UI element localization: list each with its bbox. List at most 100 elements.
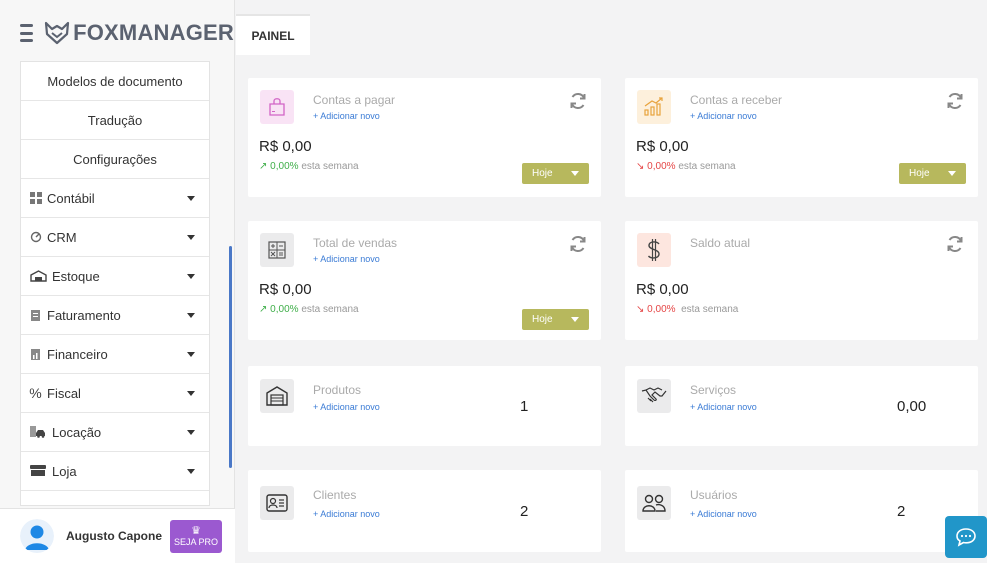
add-new-link[interactable]: + Adicionar novo <box>313 509 380 519</box>
sidebar-item-modelos-documento[interactable]: Modelos de documento <box>21 62 209 101</box>
trend-down-icon: ↘ <box>636 304 648 315</box>
sidebar-item-contabil[interactable]: Contábil <box>21 179 209 218</box>
sidebar-item-locacao[interactable]: Locação <box>21 413 209 452</box>
trend-percent: 0,00% <box>270 304 299 315</box>
add-new-link[interactable]: + Adicionar novo <box>690 509 757 519</box>
chat-icon <box>956 528 976 547</box>
card-produtos: Produtos + Adicionar novo 1 <box>248 366 601 446</box>
menu-toggle-icon[interactable] <box>20 24 34 42</box>
warehouse-icon <box>29 270 47 283</box>
sidebar-item-label: Financeiro <box>47 346 108 362</box>
card-title: Serviços <box>690 383 737 397</box>
crown-icon: ♛ <box>191 525 201 537</box>
sidebar-item-faturamento[interactable]: Faturamento <box>21 296 209 335</box>
shopping-bag-icon <box>260 90 294 124</box>
sidebar-scrollbar[interactable] <box>229 246 232 468</box>
sidebar-item-fiscal[interactable]: % Fiscal <box>21 374 209 413</box>
weekly-trend: ↘ 0,00% esta semana <box>636 161 736 172</box>
sidebar: FOXMANAGER Modelos de documento Tradução… <box>0 0 235 563</box>
sidebar-item-crm[interactable]: CRM <box>21 218 209 257</box>
sidebar-item-label: Contábil <box>47 190 95 206</box>
sidebar-item-label: Faturamento <box>47 307 121 323</box>
chevron-down-icon <box>187 352 195 357</box>
go-pro-label: SEJA PRO <box>173 537 218 547</box>
logo-bar: FOXMANAGER <box>0 0 234 66</box>
sidebar-item-loja[interactable]: Loja <box>21 452 209 491</box>
period-label: Hoje <box>532 314 553 325</box>
period-dropdown[interactable]: Hoje <box>522 163 589 184</box>
sidebar-item-label: Estoque <box>52 268 100 284</box>
chevron-down-icon <box>187 274 195 279</box>
sidebar-item-financeiro[interactable]: Financeiro <box>21 335 209 374</box>
sidebar-item-label: Tradução <box>87 112 143 128</box>
sidebar-item-traducao[interactable]: Tradução <box>21 101 209 140</box>
add-new-link[interactable]: + Adicionar novo <box>690 402 757 412</box>
invoice-icon <box>29 309 42 322</box>
period-label: Hoje <box>909 168 930 179</box>
chevron-down-icon <box>187 196 195 201</box>
go-pro-button[interactable]: ♛ SEJA PRO <box>170 520 222 553</box>
trend-period: esta semana <box>681 304 739 315</box>
count-value: 2 <box>520 503 529 520</box>
tab-painel[interactable]: PAINEL <box>236 14 310 55</box>
sidebar-menu: Modelos de documento Tradução Configuraç… <box>20 61 210 506</box>
refresh-icon[interactable] <box>946 235 964 253</box>
sidebar-item-label: Configurações <box>73 151 157 167</box>
amount-value: R$ 0,00 <box>636 138 689 155</box>
trend-percent: 0,00% <box>270 161 299 172</box>
chevron-down-icon <box>187 391 195 396</box>
refresh-icon[interactable] <box>946 92 964 110</box>
period-dropdown[interactable]: Hoje <box>899 163 966 184</box>
period-label: Hoje <box>532 168 553 179</box>
refresh-icon[interactable] <box>569 92 587 110</box>
card-clientes: Clientes + Adicionar novo 2 <box>248 470 601 552</box>
add-new-link[interactable]: + Adicionar novo <box>313 111 380 121</box>
card-title: Usuários <box>690 488 738 502</box>
store-icon <box>29 465 47 478</box>
card-saldo-atual: Saldo atual R$ 0,00 ↘ 0,00% esta semana <box>625 221 978 340</box>
amount-value: R$ 0,00 <box>259 138 312 155</box>
weekly-trend: ↘ 0,00% esta semana <box>636 304 738 315</box>
grid-icon <box>29 192 42 205</box>
handshake-icon <box>637 379 671 413</box>
chevron-down-icon <box>187 469 195 474</box>
sidebar-item-label: Locação <box>52 424 102 440</box>
chat-button[interactable] <box>945 516 987 558</box>
sidebar-item-configuracoes[interactable]: Configurações <box>21 140 209 179</box>
user-bar: Augusto Capone ♛ SEJA PRO <box>0 508 235 563</box>
brand-name: FOXMANAGER <box>73 20 234 45</box>
dollar-sign-icon <box>637 233 671 267</box>
percent-icon: % <box>29 385 42 401</box>
refresh-icon[interactable] <box>569 235 587 253</box>
trend-percent: 0,00% <box>647 161 676 172</box>
sidebar-item-label: CRM <box>47 229 77 245</box>
tab-label: PAINEL <box>251 28 295 43</box>
sidebar-item-label: Fiscal <box>47 385 81 401</box>
period-dropdown[interactable]: Hoje <box>522 309 589 330</box>
growth-chart-icon <box>637 90 671 124</box>
card-title: Saldo atual <box>690 236 751 250</box>
chevron-down-icon <box>187 313 195 318</box>
brand-logo[interactable]: FOXMANAGER <box>43 19 234 47</box>
trend-percent: 0,00% <box>647 304 676 315</box>
avatar[interactable] <box>20 519 54 553</box>
calculator-icon <box>260 233 294 267</box>
add-new-link[interactable]: + Adicionar novo <box>313 254 380 264</box>
warehouse-icon <box>260 379 294 413</box>
car-icon <box>29 426 47 439</box>
card-title: Produtos <box>313 383 362 397</box>
add-new-link[interactable]: + Adicionar novo <box>690 111 757 121</box>
amount-value: R$ 0,00 <box>259 281 312 298</box>
trend-up-icon: ↗ <box>259 304 271 315</box>
weekly-trend: ↗ 0,00% esta semana <box>259 304 359 315</box>
count-value: 0,00 <box>897 398 927 415</box>
user-name: Augusto Capone <box>66 529 162 543</box>
card-title: Contas a pagar <box>313 93 396 107</box>
crm-icon <box>29 231 42 244</box>
sidebar-item-estoque[interactable]: Estoque <box>21 257 209 296</box>
card-usuarios: Usuários + Adicionar novo 2 <box>625 470 978 552</box>
count-value: 1 <box>520 398 529 415</box>
chevron-down-icon <box>571 317 579 322</box>
add-new-link[interactable]: + Adicionar novo <box>313 402 380 412</box>
weekly-trend: ↗ 0,00% esta semana <box>259 161 359 172</box>
